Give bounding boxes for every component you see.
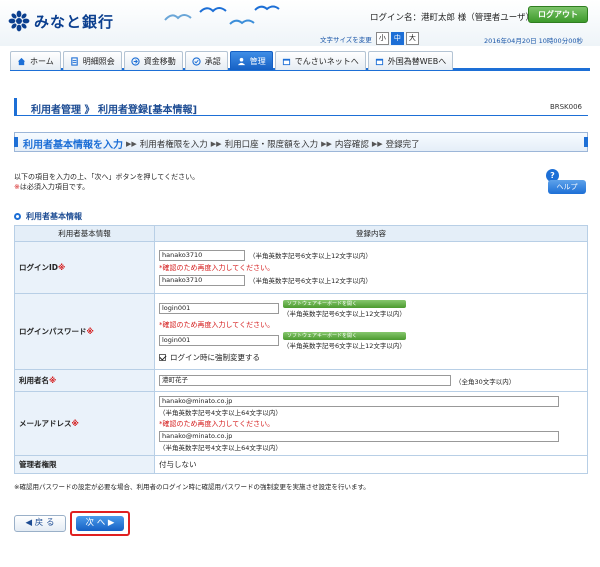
column-header-item: 利用者基本情報 <box>14 225 155 242</box>
back-button[interactable]: ◀ 戻 る <box>14 515 66 532</box>
main-nav: ホーム 明細照会 資金移動 承認 管理 でんさいネットへ 外国為替WEBへ <box>10 51 590 71</box>
font-size-medium-button[interactable]: 中 <box>390 32 404 45</box>
password-note: ※確認用パスワードの設定が必要な場合、利用者のログイン時に確認用パスワードの強制… <box>14 483 370 491</box>
email-input[interactable]: hanako@minato.co.jp <box>159 395 559 407</box>
software-keyboard-button[interactable]: ソフトウェアキーボードを開く <box>283 332 406 340</box>
email-label: メールアドレス※ <box>14 391 155 456</box>
user-name-label: 利用者名※ <box>14 369 155 392</box>
tab-home[interactable]: ホーム <box>10 51 61 70</box>
section-title: 利用者基本情報 <box>26 212 82 221</box>
step-confirm: 内容確認 <box>334 139 369 150</box>
email-confirm-warning: *確認のため再度入力してください。 <box>159 419 275 428</box>
admin-label: 管理者権限 <box>14 455 155 474</box>
section-heading: 利用者基本情報 <box>14 211 82 222</box>
help-label: ヘルプ <box>548 180 586 194</box>
email-hint: （半角英数字記号4文字以上64文字以内） <box>159 408 282 417</box>
font-size-small-button[interactable]: 小 <box>375 32 389 45</box>
progress-steps: 利用者基本情報を入力 ▶▶ 利用者権限を入力 ▶▶ 利用口座・限度額を入力 ▶▶… <box>14 132 588 152</box>
seagull-decoration-icon <box>164 5 280 25</box>
steps-right-marker <box>584 137 588 147</box>
tab-management[interactable]: 管理 <box>229 51 273 70</box>
tab-label: 承認 <box>204 56 221 66</box>
font-size-switcher: 文字サイズを変更 小 中 大 <box>320 32 421 45</box>
admin-value: 付与しない <box>154 455 588 474</box>
login-id-row: ログインID※ hanako3710 （半角英数字記号6文字以上12文字以内） *… <box>14 241 588 294</box>
tab-label: でんさいネットへ <box>294 56 359 66</box>
page-title-bar: 利用者管理 》 利用者登録[基本情報] BRSK006 <box>14 98 588 116</box>
page-title: 利用者管理 》 利用者登録[基本情報] <box>31 105 198 116</box>
bank-logo-icon <box>8 10 30 32</box>
tab-fund-transfer[interactable]: 資金移動 <box>123 51 183 70</box>
next-button-highlight: 次 へ ▶ <box>70 511 130 536</box>
step-complete: 登録完了 <box>385 139 420 150</box>
password-confirm-warning: *確認のため再度入力してください。 <box>159 321 275 329</box>
home-icon <box>17 57 26 65</box>
login-id-confirm-input[interactable]: hanako3710 <box>159 274 245 286</box>
force-change-checkbox[interactable] <box>159 354 166 361</box>
transfer-icon <box>131 56 140 66</box>
login-id-confirm-warning: *確認のため再度入力してください。 <box>159 263 275 272</box>
page-id: BRSK006 <box>549 103 582 111</box>
step-permissions: 利用者権限を入力 <box>139 139 208 150</box>
next-button[interactable]: 次 へ ▶ <box>76 516 124 531</box>
radio-bullet-icon <box>14 213 21 220</box>
tab-statements[interactable]: 明細照会 <box>62 51 122 70</box>
email-confirm-input[interactable]: hanako@minato.co.jp <box>159 430 559 442</box>
tab-label: ホーム <box>30 56 54 66</box>
software-keyboard-button[interactable]: ソフトウェアキーボードを開く <box>283 300 406 308</box>
table-header-row: 利用者基本情報 登録内容 <box>14 225 588 242</box>
password-label: ログインパスワード※ <box>14 293 155 370</box>
external-icon <box>282 58 290 65</box>
step-arrow-icon: ▶▶ <box>321 139 332 148</box>
instruction-required-note: ※は必須入力項目です。 <box>14 183 90 191</box>
tab-label: 管理 <box>249 56 266 66</box>
tab-label: 資金移動 <box>143 56 176 66</box>
column-header-content: 登録内容 <box>154 225 588 242</box>
force-change-label: ログイン時に強制変更する <box>170 353 260 362</box>
step-arrow-icon: ▶▶ <box>126 139 137 148</box>
tab-label: 明細照会 <box>82 56 115 66</box>
user-basic-info-form: 利用者基本情報 登録内容 ログインID※ hanako3710 （半角英数字記号6… <box>14 225 588 474</box>
login-user-info: ログイン名：港町太郎 様（管理者ユーザ） <box>370 13 535 23</box>
step-arrow-icon: ▶▶ <box>371 139 383 148</box>
step-basic-info: 利用者基本情報を入力 <box>23 140 123 151</box>
tab-approval[interactable]: 承認 <box>184 51 228 70</box>
step-accounts-limits: 利用口座・限度額を入力 <box>224 139 319 150</box>
font-size-label: 文字サイズを変更 <box>320 35 372 44</box>
bank-logo[interactable]: みなと銀行 <box>8 10 114 32</box>
user-name-hint: （全角30文字以内） <box>455 377 516 386</box>
login-id-confirm-hint: （半角英数字記号6文字以上12文字以内） <box>249 277 372 285</box>
login-id-input[interactable]: hanako3710 <box>159 249 245 261</box>
password-hint: （半角英数字記号6文字以上12文字以内） <box>283 310 406 318</box>
user-name-row: 利用者名※ 港町花子 （全角30文字以内） <box>14 369 588 392</box>
tab-forex-web[interactable]: 外国為替WEBへ <box>367 51 454 70</box>
bank-name: みなと銀行 <box>34 12 115 31</box>
logout-button[interactable]: ログアウト <box>528 6 588 23</box>
login-id-label: ログインID※ <box>14 241 155 294</box>
tab-densai-net[interactable]: でんさいネットへ <box>274 51 366 70</box>
email-row: メールアドレス※ hanako@minato.co.jp （半角英数字記号4文字… <box>14 391 588 456</box>
steps-left-marker <box>14 137 18 147</box>
header: みなと銀行 ログイン名：港町太郎 様（管理者ユーザ） ログアウト 文字サイズを変… <box>0 0 600 46</box>
admin-row: 管理者権限 付与しない <box>14 455 588 474</box>
help-button[interactable]: ? ヘルプ <box>546 169 586 195</box>
login-id-hint: （半角英数字記号6文字以上12文字以内） <box>249 252 372 260</box>
step-arrow-icon: ▶▶ <box>210 139 222 148</box>
password-input[interactable]: login001 <box>159 303 279 314</box>
password-confirm-input[interactable]: login001 <box>159 335 279 346</box>
password-confirm-hint: （半角英数字記号6文字以上12文字以内） <box>283 342 406 350</box>
document-icon <box>71 56 78 66</box>
user-name-input[interactable]: 港町花子 <box>159 375 451 386</box>
tab-label: 外国為替WEBへ <box>387 56 447 66</box>
font-size-large-button[interactable]: 大 <box>405 32 419 45</box>
users-icon <box>237 57 245 65</box>
email-confirm-hint: （半角英数字記号4文字以上64文字以内） <box>159 443 282 452</box>
current-datetime: 2016年04月20日 10時00分00秒 <box>484 37 583 45</box>
instruction-line: 以下の項目を入力の上、「次へ」ボタンを押してください。 <box>14 173 200 181</box>
external-icon <box>375 58 383 65</box>
check-icon <box>192 56 201 66</box>
instructions: 以下の項目を入力の上、「次へ」ボタンを押してください。 ※は必須入力項目です。 <box>14 172 199 192</box>
password-row: ログインパスワード※ login001 ソフトウェアキーボードを開く （半角英数字… <box>14 293 588 370</box>
